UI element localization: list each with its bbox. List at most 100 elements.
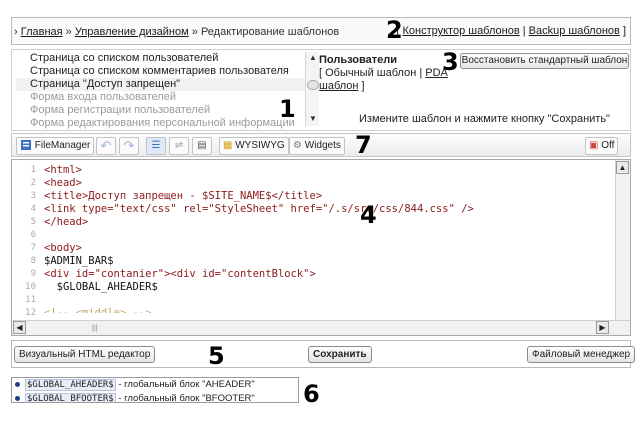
code-content[interactable]: <html> <head> <title>Доступ запрещен - $… (44, 164, 604, 313)
code-line: <div id="contanier"><div id="contentBloc… (44, 268, 316, 280)
highlight-off-toggle[interactable]: ▣ Off (585, 137, 619, 155)
line-number: 9 (30, 269, 36, 279)
code-line: $ADMIN_BAR$ (44, 255, 114, 267)
variable-code[interactable]: $GLOBAL_BFOOTER$ (25, 393, 116, 402)
wrap-toggle[interactable]: ⇌ (169, 137, 189, 155)
template-list-item[interactable]: Страница со списком комментариев пользов… (16, 65, 316, 78)
filemanager-icon (21, 140, 31, 151)
editor-horizontal-scrollbar[interactable]: ◀ ▶ ||| (12, 320, 630, 335)
preview-icon: ▤ (197, 140, 207, 151)
line-number: 4 (30, 204, 36, 214)
bullet-icon (15, 395, 20, 401)
template-list-item-selected[interactable]: Страница "Доступ запрещен" (16, 78, 316, 91)
marker-4: 4 (360, 201, 377, 229)
code-line: <link type="text/css" rel="StyleSheet" h… (44, 203, 474, 215)
template-designer-link[interactable]: Конструктор шаблонов (402, 25, 519, 37)
undo-icon: ↶ (100, 138, 112, 153)
widgets-button[interactable]: ⚙ Widgets (289, 137, 345, 155)
code-line: </head> (44, 216, 89, 228)
line-number: 8 (30, 256, 36, 266)
line-number: 12 (25, 308, 36, 318)
wysiwyg-icon: ▦ (223, 140, 233, 151)
scroll-left-icon[interactable]: ◀ (13, 321, 26, 334)
breadcrumb-marker: › (14, 26, 18, 38)
filemanager-button[interactable]: FileManager (16, 137, 95, 155)
marker-3: 3 (442, 48, 459, 76)
template-list-item[interactable]: Форма редактирования персональной информ… (16, 117, 316, 130)
line-number: 5 (30, 217, 36, 227)
breadcrumb-separator: » (65, 26, 72, 38)
editor-actions-bar: Визуальный HTML редактор Сохранить Файло… (11, 340, 636, 368)
breadcrumb-home-link[interactable]: Главная (21, 26, 63, 38)
users-template-info: Пользователи [ Обычный шаблон | PDA шабл… (319, 54, 449, 93)
redo-icon: ↷ (123, 138, 135, 153)
variable-item[interactable]: $GLOBAL_AHEADER$ - глобальный блок "AHEA… (12, 378, 298, 392)
template-list-item[interactable]: Страница со списком пользователей (16, 52, 316, 65)
file-manager-button[interactable]: Файловый менеджер (527, 346, 636, 363)
editor-vertical-scrollbar[interactable]: ▲ (615, 160, 630, 320)
preview-button[interactable]: ▤ (192, 137, 212, 155)
template-variables-list: $GLOBAL_AHEADER$ - глобальный блок "AHEA… (11, 377, 299, 403)
line-number: 6 (30, 230, 36, 240)
breadcrumb: › Главная » Управление дизайном » Редакт… (11, 17, 631, 45)
marker-2: 2 (386, 16, 403, 44)
restore-default-template-button[interactable]: Восстановить стандартный шаблон (460, 53, 629, 69)
breadcrumb-separator: » (191, 26, 198, 38)
users-template-links: [ Обычный шаблон | PDA шаблон ] (319, 67, 449, 93)
breadcrumb-design-link[interactable]: Управление дизайном (75, 26, 189, 38)
marker-1: 1 (279, 95, 296, 123)
variable-item[interactable]: $GLOBAL_BFOOTER$ - глобальный блок "BFOO… (12, 392, 298, 403)
code-editor[interactable]: 1 2 3 4 5 6 7 8 9 10 11 12 <html> <head>… (11, 159, 631, 336)
save-button[interactable]: Сохранить (308, 346, 372, 363)
breadcrumb-links: [ Конструктор шаблонов | Backup шаблонов… (396, 25, 626, 37)
line-number-gutter: 1 2 3 4 5 6 7 8 9 10 11 12 (12, 164, 40, 320)
scroll-up-icon[interactable]: ▲ (308, 53, 318, 63)
marker-6: 6 (303, 380, 320, 408)
undo-button[interactable]: ↶ (96, 137, 116, 155)
variable-desc: - глобальный блок "AHEADER" (118, 379, 255, 390)
bullet-icon (15, 381, 20, 387)
template-list-item[interactable]: Форма регистрации пользователей (16, 104, 316, 117)
template-selector-panel: Страница со списком пользователей Страни… (11, 49, 631, 131)
marker-7: 7 (355, 131, 372, 159)
template-list-item[interactable]: Форма входа пользователей (16, 91, 316, 104)
line-number: 1 (30, 165, 36, 175)
users-title: Пользователи (319, 54, 398, 66)
wysiwyg-label: WYSIWYG (235, 140, 285, 151)
line-number: 7 (30, 243, 36, 253)
code-line: <body> (44, 242, 82, 254)
scroll-right-icon[interactable]: ▶ (596, 321, 609, 334)
code-line: <html> (44, 164, 82, 176)
gear-icon: ⚙ (293, 140, 302, 151)
widgets-label: Widgets (304, 140, 341, 151)
template-backup-link[interactable]: Backup шаблонов (529, 25, 620, 37)
users-template-close: ] (361, 80, 365, 92)
wysiwyg-button[interactable]: ▦ WYSIWYG (219, 137, 289, 155)
save-hint: Измените шаблон и нажмите кнопку "Сохран… (359, 113, 610, 125)
scroll-up-icon[interactable]: ▲ (616, 161, 629, 174)
template-list-scrollbar[interactable]: ▲ ▼ (305, 52, 319, 126)
scroll-thumb[interactable] (307, 80, 319, 90)
document-icon: ▣ (589, 140, 599, 151)
line-numbers-toggle[interactable]: ☰ (146, 137, 166, 155)
template-list[interactable]: Страница со списком пользователей Страни… (16, 52, 316, 130)
marker-5: 5 (208, 342, 225, 370)
scroll-down-icon[interactable]: ▼ (308, 114, 318, 124)
variable-code[interactable]: $GLOBAL_AHEADER$ (25, 379, 116, 391)
code-line: <head> (44, 177, 82, 189)
line-numbers-icon: ☰ (151, 140, 161, 151)
line-number: 11 (25, 295, 36, 305)
line-number: 2 (30, 178, 36, 188)
off-label: Off (601, 140, 615, 151)
visual-html-editor-button[interactable]: Визуальный HTML редактор (14, 346, 156, 363)
breadcrumb-path: › Главная » Управление дизайном » Редакт… (14, 26, 339, 38)
editor-toolbar: FileManager ↶ ↷ ☰ ⇌ ▤ ▦ WYSIWYG ⚙ Widget… (11, 133, 631, 157)
code-line: <title>Доступ запрещен - $SITE_NAME$</ti… (44, 190, 323, 202)
scroll-grip-icon[interactable]: ||| (92, 325, 97, 332)
line-number: 3 (30, 191, 36, 201)
redo-button[interactable]: ↷ (119, 137, 139, 155)
variable-desc: - глобальный блок "BFOOTER" (118, 393, 255, 403)
wrap-icon: ⇌ (174, 140, 184, 151)
